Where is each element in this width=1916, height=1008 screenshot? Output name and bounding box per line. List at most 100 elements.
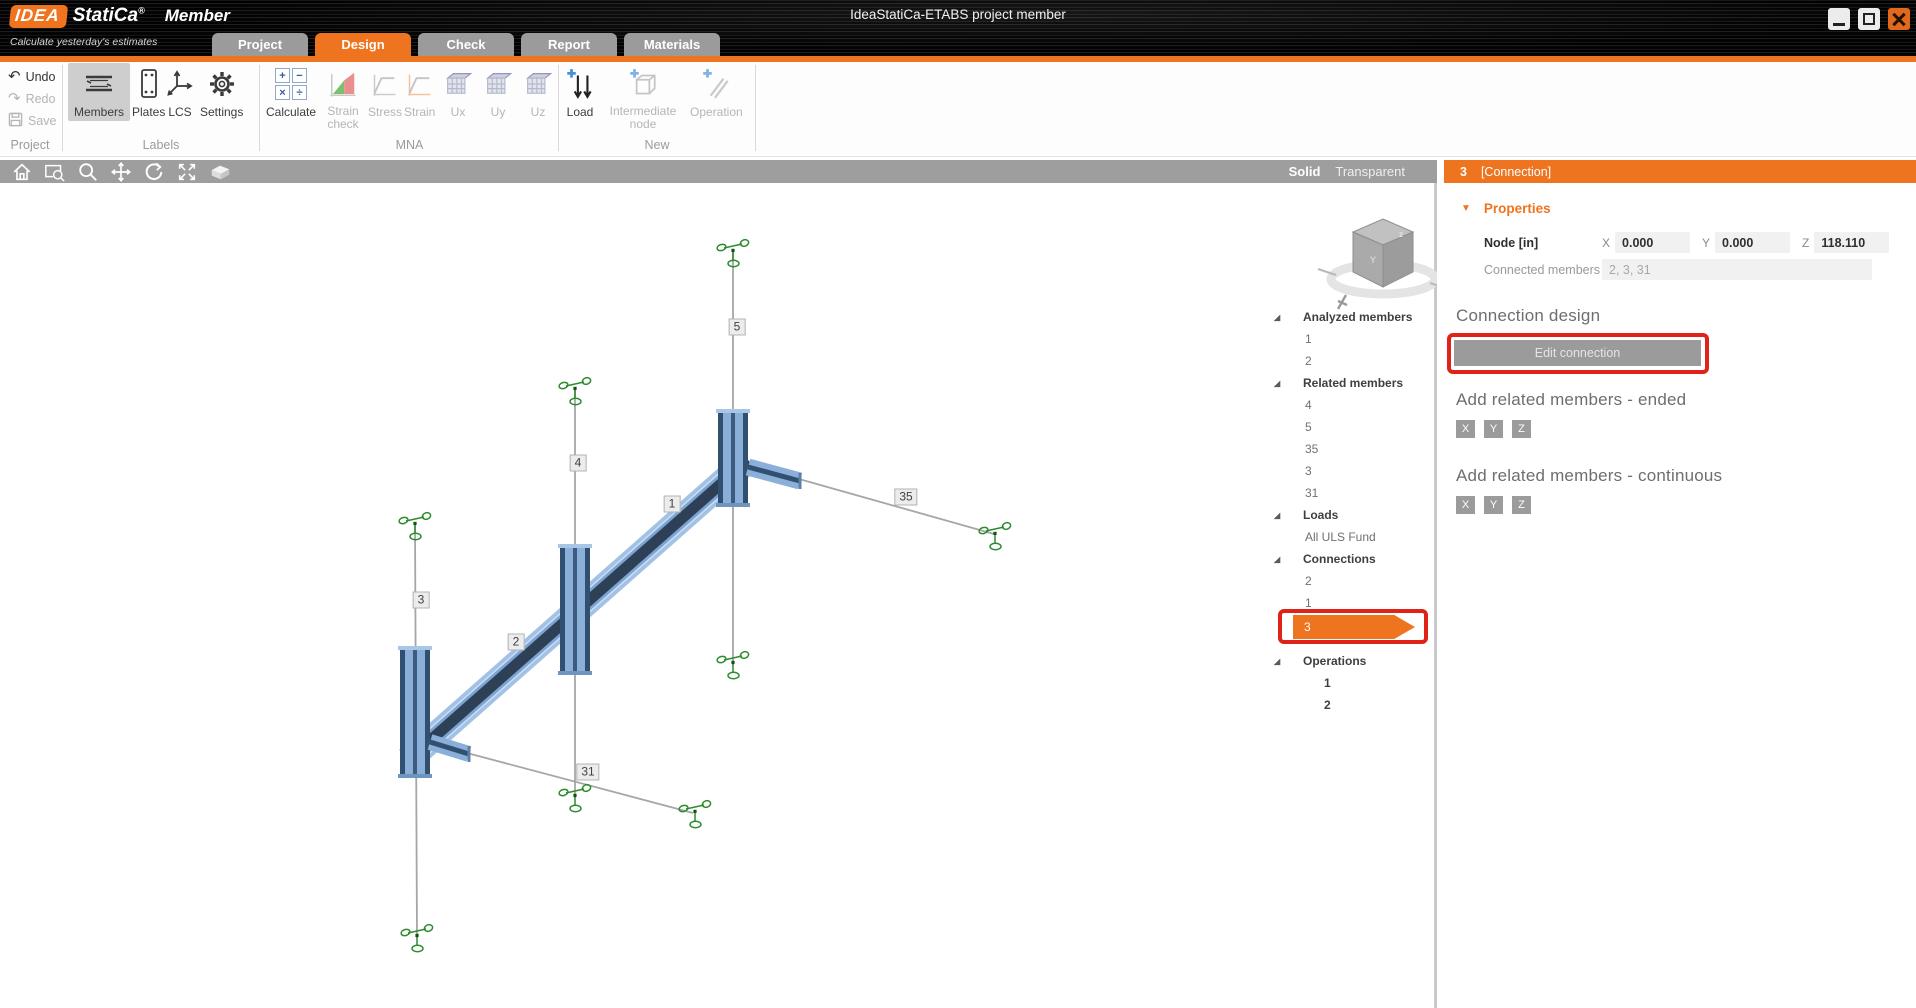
add-ended-y-button[interactable]: Y	[1484, 420, 1503, 438]
operation-button[interactable]: Operation	[690, 65, 743, 119]
add-ended-z-button[interactable]: Z	[1512, 420, 1531, 438]
solid-view-icon[interactable]	[208, 161, 232, 183]
tree-item-related-4[interactable]: 4	[1266, 394, 1438, 416]
add-ended-x-button[interactable]: X	[1456, 420, 1475, 438]
expander-icon[interactable]: ◢	[1274, 511, 1286, 520]
undo-button[interactable]: ↶ Undo	[8, 68, 57, 85]
node-label: Node [in]	[1484, 236, 1602, 250]
settings-button[interactable]: Settings	[200, 65, 243, 119]
add-continuous-y-button[interactable]: Y	[1484, 496, 1503, 514]
member-label-2[interactable]: 2	[508, 634, 525, 651]
viewport-3d[interactable]: Y z 1 2 3 4 5 35 31	[0, 183, 1437, 1008]
scene-3d[interactable]: Y z	[0, 183, 1437, 1008]
pan-icon[interactable]	[109, 161, 133, 183]
plates-icon	[138, 65, 160, 103]
undo-icon: ↶	[8, 71, 21, 83]
collapse-triangle-icon[interactable]: ▼	[1461, 203, 1471, 214]
navigation-cube[interactable]: Y z	[1318, 219, 1437, 309]
uz-button[interactable]: Uz	[523, 65, 553, 119]
add-operation-icon	[701, 65, 731, 103]
zoom-window-icon[interactable]	[43, 161, 67, 183]
tree-item-operation-1[interactable]: 1	[1266, 672, 1438, 694]
member-31-line	[452, 749, 693, 813]
close-button[interactable]	[1888, 8, 1910, 30]
y-axis-label: Y	[1702, 236, 1710, 250]
connection-column-top[interactable]	[716, 409, 800, 507]
expander-icon[interactable]: ◢	[1274, 555, 1286, 564]
tree-item-analyzed-1[interactable]: 1	[1266, 328, 1438, 350]
node-z-field[interactable]: 118.110	[1814, 232, 1889, 253]
tab-design[interactable]: Design	[315, 33, 411, 56]
tree-item-connection-2[interactable]: 2	[1266, 570, 1438, 592]
tab-check[interactable]: Check	[418, 33, 514, 56]
group-caption-project: Project	[0, 138, 60, 152]
add-continuous-x-button[interactable]: X	[1456, 496, 1475, 514]
deformation-ux-icon	[443, 65, 473, 103]
member-label-5[interactable]: 5	[729, 319, 746, 336]
node-x-field[interactable]: 0.000	[1615, 232, 1690, 253]
edit-connection-button[interactable]: Edit connection	[1454, 340, 1701, 366]
expander-icon[interactable]: ◢	[1274, 379, 1286, 388]
tab-report[interactable]: Report	[521, 33, 617, 56]
strain-check-button[interactable]: Strain check	[322, 65, 364, 131]
deformation-uy-icon	[483, 65, 513, 103]
tab-project[interactable]: Project	[212, 33, 308, 56]
tree-item-connection-3-selected[interactable]: 3	[1266, 614, 1438, 640]
uy-button[interactable]: Uy	[483, 65, 513, 119]
tree-item-operation-2[interactable]: 2	[1266, 694, 1438, 716]
minimize-button[interactable]	[1828, 8, 1850, 30]
node-y-field[interactable]: 0.000	[1715, 232, 1790, 253]
members-button[interactable]: Members	[68, 63, 130, 121]
ux-button[interactable]: Ux	[443, 65, 473, 119]
tree-item-related-35[interactable]: 35	[1266, 438, 1438, 460]
lcs-button[interactable]: LCS	[166, 65, 194, 119]
tree-item-related-31[interactable]: 31	[1266, 482, 1438, 504]
related-member-lines[interactable]	[415, 252, 994, 938]
tree-item-related-3[interactable]: 3	[1266, 460, 1438, 482]
tree-group-related-members[interactable]: ◢Related members	[1266, 372, 1438, 394]
tree-group-analyzed-members[interactable]: ◢Analyzed members	[1266, 306, 1438, 328]
add-load-icon	[565, 65, 595, 103]
strain-button[interactable]: Strain	[404, 65, 435, 119]
member-label-3[interactable]: 3	[413, 592, 430, 609]
member-label-31[interactable]: 31	[576, 764, 599, 781]
view-mode-transparent[interactable]: Transparent	[1335, 164, 1405, 179]
fit-view-icon[interactable]	[175, 161, 199, 183]
group-caption-new: New	[562, 138, 752, 152]
selected-connection-id: 3	[1460, 165, 1467, 179]
add-related-continuous-heading: Add related members - continuous	[1444, 466, 1916, 486]
selected-item-pennant[interactable]: 3	[1293, 615, 1415, 639]
brand-tagline: Calculate yesterday's estimates	[10, 36, 157, 48]
redo-button[interactable]: ↷ Redo	[8, 90, 57, 107]
member-label-35[interactable]: 35	[894, 489, 917, 506]
member-label-4[interactable]: 4	[570, 455, 587, 472]
member-label-1[interactable]: 1	[664, 496, 681, 513]
plates-button[interactable]: Plates	[132, 65, 165, 119]
load-button[interactable]: Load	[565, 65, 595, 119]
tab-materials[interactable]: Materials	[624, 33, 720, 56]
stress-button[interactable]: Stress	[368, 65, 402, 119]
tree-group-operations[interactable]: ◢Operations	[1266, 650, 1438, 672]
save-button[interactable]: Save	[8, 112, 57, 129]
ribbon: ↶ Undo ↷ Redo Save Project M	[0, 62, 1916, 157]
expander-icon[interactable]: ◢	[1274, 313, 1286, 322]
app-window: IDEA StatiCa® Member Calculate yesterday…	[0, 0, 1916, 1008]
tree-item-load-case[interactable]: All ULS Fund	[1266, 526, 1438, 548]
calculate-button[interactable]: +− ×÷ Calculate	[266, 65, 316, 119]
add-continuous-z-button[interactable]: Z	[1512, 496, 1531, 514]
tree-group-connections[interactable]: ◢Connections	[1266, 548, 1438, 570]
tree-item-connection-1[interactable]: 1	[1266, 592, 1438, 614]
tree-item-related-5[interactable]: 5	[1266, 416, 1438, 438]
expander-icon[interactable]: ◢	[1274, 657, 1286, 666]
support-markers	[398, 239, 1011, 952]
tree-item-analyzed-2[interactable]: 2	[1266, 350, 1438, 372]
ribbon-separator	[558, 65, 559, 151]
intermediate-node-button[interactable]: Intermediate node	[602, 65, 684, 131]
home-icon[interactable]	[10, 161, 34, 183]
maximize-button[interactable]	[1858, 8, 1880, 30]
zoom-icon[interactable]	[76, 161, 100, 183]
tree-group-loads[interactable]: ◢Loads	[1266, 504, 1438, 526]
view-mode-solid[interactable]: Solid	[1289, 164, 1321, 179]
connection-column-middle[interactable]	[558, 544, 592, 675]
rotate-icon[interactable]	[142, 161, 166, 183]
